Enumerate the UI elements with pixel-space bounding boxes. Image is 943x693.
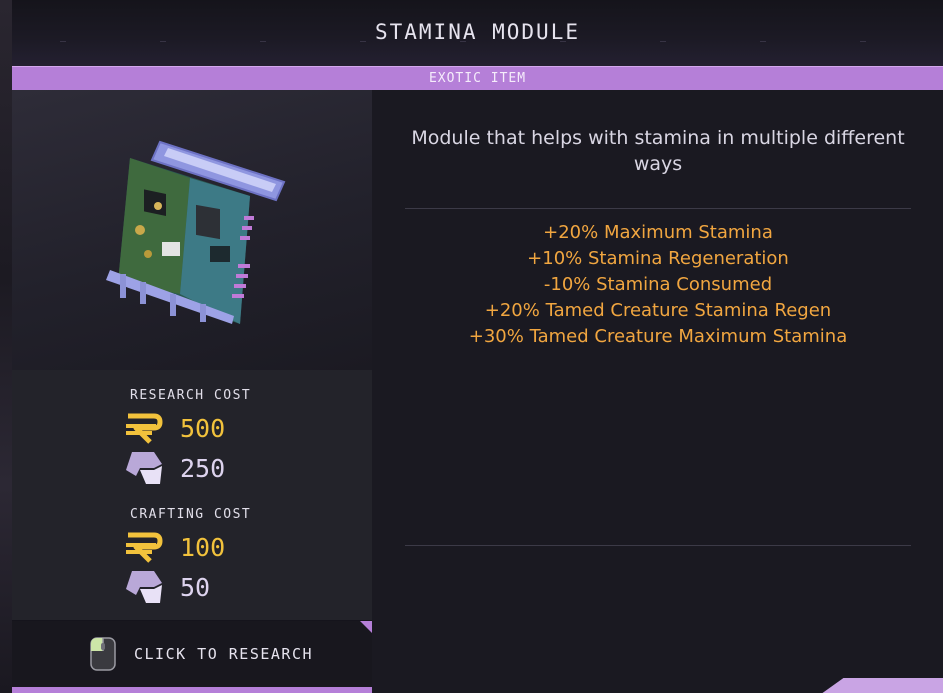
stat-line: +20% Maximum Stamina [543, 222, 773, 243]
research-progress-underline [12, 687, 372, 693]
credits-currency-icon [124, 529, 166, 565]
click-to-research-label: CLICK TO RESEARCH [134, 645, 314, 663]
click-to-research-button[interactable]: CLICK TO RESEARCH [12, 621, 372, 693]
research-resource-icon [124, 450, 166, 486]
mouse-left-click-icon [90, 637, 116, 671]
crafting-cost-heading: CRAFTING COST [130, 507, 252, 522]
item-stats-box: +20% Maximum Stamina +10% Stamina Regene… [405, 208, 911, 546]
crafting-resources-row: 50 [124, 569, 210, 605]
corner-accent [360, 621, 372, 633]
stat-line: +20% Tamed Creature Stamina Regen [484, 300, 832, 321]
rarity-label: EXOTIC ITEM [428, 71, 527, 86]
research-resources-value: 250 [180, 453, 226, 483]
research-credits-value: 500 [180, 413, 226, 443]
credits-currency-icon [124, 410, 166, 446]
item-description: Module that helps with stamina in multip… [411, 127, 905, 175]
item-info-panel: Module that helps with stamina in multip… [372, 90, 943, 693]
research-cost-heading: RESEARCH COST [130, 388, 252, 403]
item-image-panel [12, 90, 372, 370]
stat-line: -10% Stamina Consumed [543, 274, 773, 295]
stat-line: +30% Tamed Creature Maximum Stamina [468, 326, 848, 347]
stamina-module-item-image [106, 140, 286, 324]
crafting-resources-value: 50 [180, 572, 211, 602]
crafting-credits-row: 100 [124, 529, 225, 565]
cost-panel: RESEARCH COST 500 250 CRAFTING COST 100 … [12, 370, 372, 620]
background-edge [0, 0, 12, 693]
stat-line: +10% Stamina Regeneration [527, 248, 789, 269]
item-title: STAMINA MODULE [374, 20, 580, 44]
research-resources-row: 250 [124, 450, 225, 486]
rarity-banner: EXOTIC ITEM [12, 66, 943, 91]
research-credits-row: 500 [124, 410, 225, 446]
crafting-credits-value: 100 [180, 532, 226, 562]
research-resource-icon [124, 569, 166, 605]
stats-list: +20% Maximum Stamina +10% Stamina Regene… [405, 220, 911, 350]
tooltip-header: STAMINA MODULE [12, 0, 943, 66]
